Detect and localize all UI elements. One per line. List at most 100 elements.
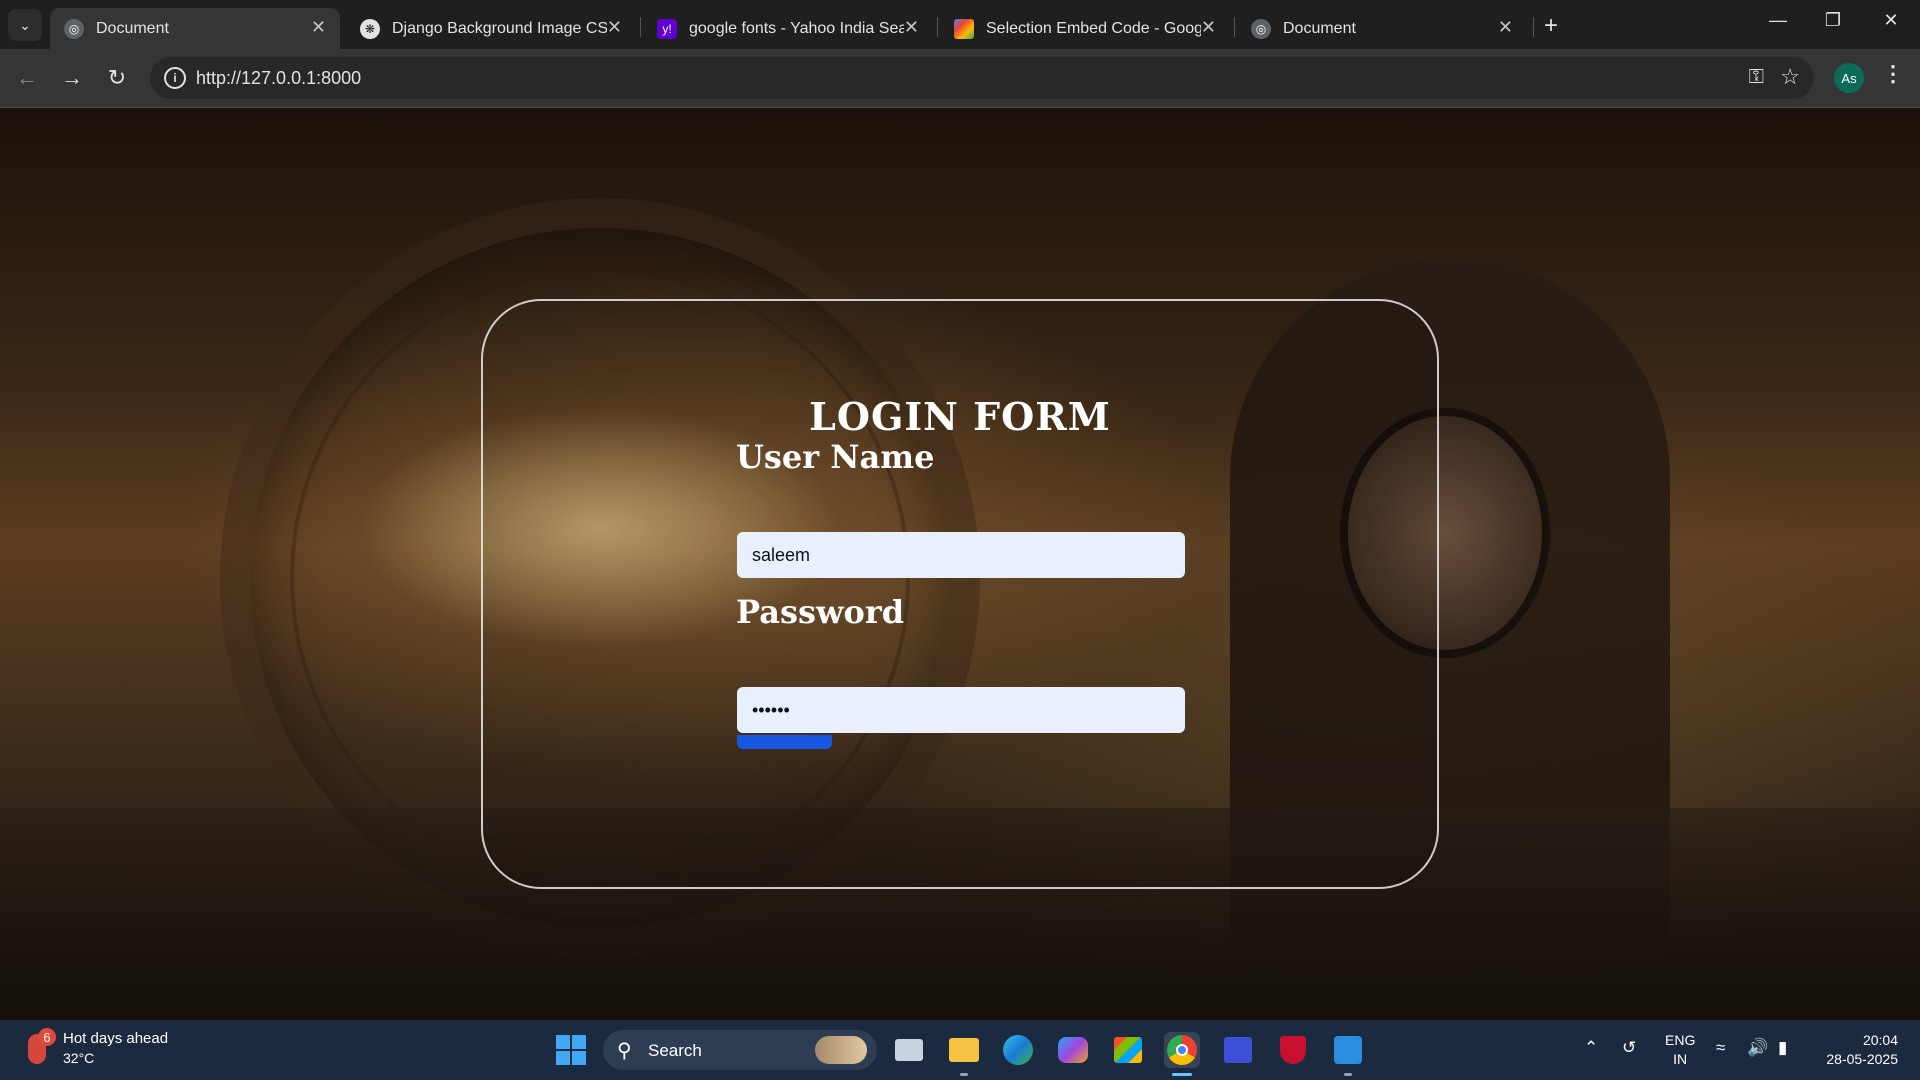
username-label: User Name [736, 438, 935, 476]
arrow-left-icon: ← [16, 65, 38, 90]
search-highlight-image [815, 1036, 867, 1064]
task-view-button[interactable] [891, 1032, 927, 1068]
battery-icon[interactable]: ▮ [1778, 1038, 1787, 1058]
active-indicator [1172, 1073, 1192, 1076]
address-bar[interactable]: i http://127.0.0.1:8000 ⚿ ☆ [150, 57, 1814, 99]
browser-toolbar: ← → ↻ i http://127.0.0.1:8000 ⚿ ☆ As ⋮ [0, 49, 1920, 108]
chevron-up-icon: ⌃ [1584, 1038, 1599, 1057]
close-icon[interactable]: ✕ [904, 17, 919, 38]
minimize-icon: — [1769, 10, 1787, 30]
page-viewport: LOGIN FORM User Name Password [0, 108, 1920, 1020]
microsoft-store-button[interactable] [1110, 1032, 1146, 1068]
tab-title: google fonts - Yahoo India Sear [689, 19, 904, 37]
show-hidden-icons-button[interactable]: ⌃ [1584, 1038, 1598, 1058]
tab-search-button[interactable]: ⌄ [8, 9, 42, 41]
login-submit-button[interactable] [737, 735, 832, 749]
region-code: IN [1673, 1051, 1688, 1067]
mcafee-button[interactable] [1275, 1032, 1311, 1068]
tab-title: Selection Embed Code - Googl [986, 19, 1201, 37]
password-key-icon[interactable]: ⚿ [1749, 66, 1764, 89]
sync-icon[interactable]: ↺ [1622, 1038, 1636, 1058]
weather-temperature: 32°C [63, 1050, 95, 1066]
chrome-icon [1167, 1035, 1197, 1065]
yahoo-icon: y! [657, 18, 677, 39]
input-language-indicator[interactable]: ENG IN [1665, 1031, 1695, 1069]
search-icon: ⚲ [617, 1040, 632, 1062]
google-fonts-icon [954, 18, 974, 39]
taskbar-search-label: Search [648, 1041, 702, 1060]
plus-icon: + [1544, 12, 1559, 39]
profile-avatar[interactable]: As [1834, 63, 1864, 93]
openai-icon: ❋ [360, 18, 380, 39]
site-info-icon[interactable]: i [164, 67, 186, 89]
weather-title: Hot days ahead [63, 1030, 169, 1047]
clock-date: 28-05-2025 [1826, 1051, 1898, 1067]
edge-button[interactable] [1000, 1032, 1036, 1068]
copilot-icon [1058, 1037, 1088, 1063]
login-form-card: LOGIN FORM User Name Password [481, 299, 1439, 889]
system-clock[interactable]: 20:04 28-05-2025 [1816, 1031, 1898, 1069]
globe-icon: ◎ [64, 18, 84, 39]
close-icon[interactable]: ✕ [607, 17, 622, 38]
windows-logo-icon [556, 1035, 570, 1049]
windows-taskbar: 6 Hot days ahead 32°C ⚲ Search ⌃ ↺ ENG I… [0, 1020, 1920, 1080]
language-code: ENG [1665, 1032, 1696, 1048]
close-icon[interactable]: ✕ [311, 17, 326, 38]
wifi-icon[interactable]: ≈ [1716, 1038, 1725, 1058]
folder-icon [949, 1038, 979, 1062]
running-indicator [960, 1073, 968, 1076]
globe-icon: ◎ [1251, 18, 1271, 39]
edge-icon [1003, 1035, 1033, 1065]
minimize-button[interactable]: — [1758, 10, 1798, 31]
url-text[interactable]: http://127.0.0.1:8000 [196, 68, 361, 89]
tab-separator [937, 17, 938, 37]
reload-button[interactable]: ↻ [102, 63, 132, 93]
back-button[interactable]: ← [12, 63, 42, 93]
tab-separator [1234, 17, 1235, 37]
password-input[interactable] [737, 687, 1185, 733]
close-icon[interactable]: ✕ [1201, 17, 1216, 38]
vscode-button[interactable] [1330, 1032, 1366, 1076]
more-menu-icon[interactable]: ⋮ [1882, 61, 1904, 87]
weather-alert-badge: 6 [38, 1028, 56, 1046]
tab-document[interactable]: ◎ Document ✕ [1237, 8, 1527, 49]
tab-title: Document [1283, 19, 1356, 37]
tab-django-background[interactable]: ❋ Django Background Image CSS ✕ [346, 8, 636, 49]
close-window-button[interactable]: ✕ [1871, 10, 1911, 31]
close-icon: ✕ [1883, 10, 1899, 30]
volume-icon[interactable]: 🔊 [1747, 1038, 1768, 1058]
copilot-button[interactable] [1055, 1032, 1091, 1068]
chevron-down-icon: ⌄ [19, 16, 31, 33]
tab-separator [1533, 17, 1534, 37]
password-label: Password [736, 593, 905, 631]
restore-button[interactable]: ❐ [1813, 10, 1853, 31]
running-indicator [1344, 1073, 1352, 1076]
start-button[interactable] [556, 1035, 586, 1065]
reload-icon: ↻ [107, 65, 127, 90]
store-icon [1114, 1037, 1142, 1063]
tab-title: Document [96, 19, 169, 37]
vscode-icon [1334, 1036, 1362, 1064]
file-explorer-button[interactable] [946, 1032, 982, 1076]
code-editor-icon [1224, 1037, 1252, 1063]
tab-document-active[interactable]: ◎ Document ✕ [50, 8, 340, 49]
login-form-title: LOGIN FORM [809, 394, 1111, 439]
tab-title: Django Background Image CSS [392, 19, 607, 37]
mcafee-shield-icon [1280, 1036, 1306, 1064]
vscode-insiders-button[interactable] [1220, 1032, 1256, 1068]
restore-icon: ❐ [1824, 10, 1842, 30]
username-input[interactable] [737, 532, 1185, 578]
tab-yahoo-search[interactable]: y! google fonts - Yahoo India Sear ✕ [643, 8, 933, 49]
chrome-button[interactable] [1164, 1032, 1200, 1076]
clock-time: 20:04 [1862, 1032, 1898, 1048]
tab-strip: ⌄ ◎ Document ✕ ❋ Django Background Image… [0, 0, 1920, 49]
tab-selection-embed[interactable]: Selection Embed Code - Googl ✕ [940, 8, 1230, 49]
new-tab-button[interactable]: + [1544, 12, 1558, 40]
close-icon[interactable]: ✕ [1498, 17, 1513, 38]
forward-button[interactable]: → [57, 63, 87, 93]
taskbar-search[interactable]: ⚲ Search [603, 1030, 877, 1070]
arrow-right-icon: → [61, 65, 83, 90]
tab-separator [640, 17, 641, 37]
task-view-icon [895, 1039, 923, 1061]
bookmark-star-icon[interactable]: ☆ [1780, 64, 1800, 90]
